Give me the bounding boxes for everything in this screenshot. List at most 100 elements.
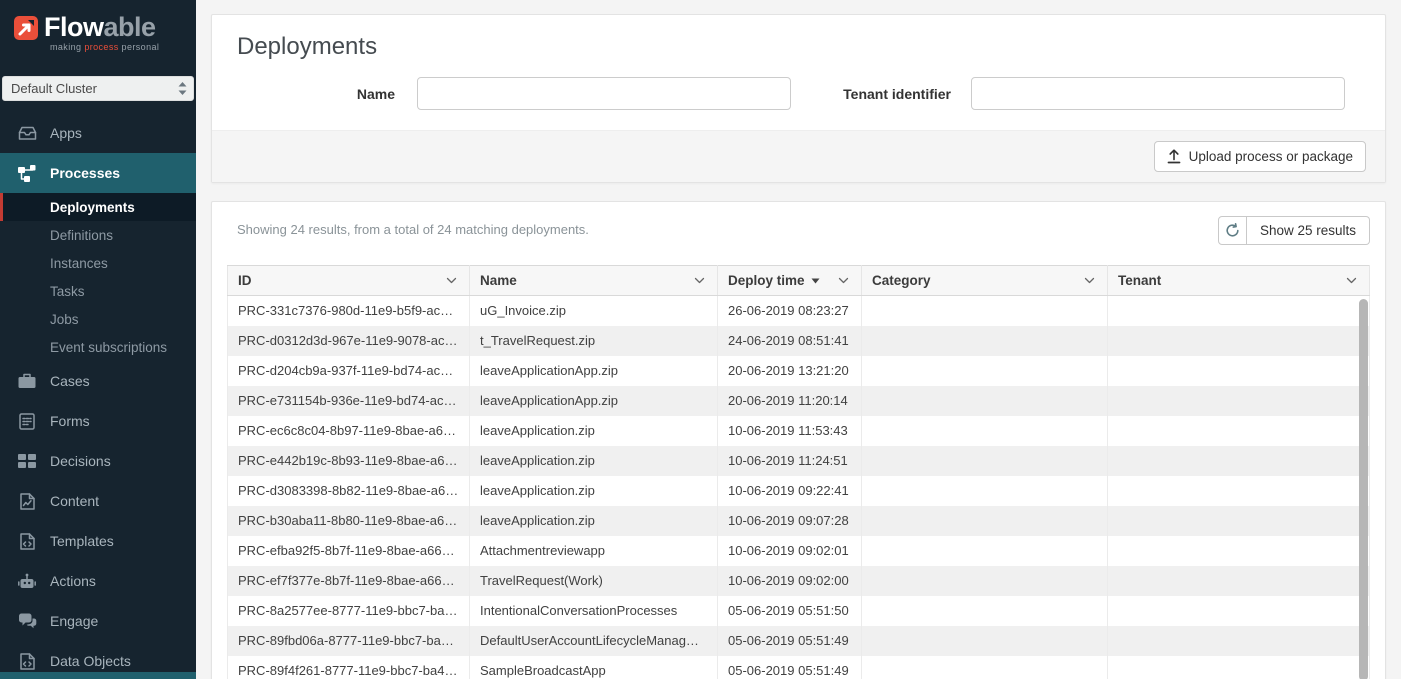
sidebar-item-decisions[interactable]: Decisions xyxy=(0,441,196,481)
cell-tenant xyxy=(1107,295,1370,326)
sidebar-item-cases[interactable]: Cases xyxy=(0,361,196,401)
cell-deploy-time: 05-06-2019 05:51:49 xyxy=(717,625,862,656)
cell-tenant xyxy=(1107,535,1370,566)
cell-category xyxy=(861,325,1108,356)
table-row[interactable]: PRC-d0312d3d-967e-11e9-9078-acde… t_Trav… xyxy=(227,325,1370,356)
sidebar-item-processes[interactable]: Processes xyxy=(0,153,196,193)
upload-button-label: Upload process or package xyxy=(1188,149,1353,164)
sidebar-item-content[interactable]: Content xyxy=(0,481,196,521)
chevron-down-icon[interactable] xyxy=(838,277,849,284)
cell-category xyxy=(861,535,1108,566)
subitem-label: Definitions xyxy=(50,227,114,243)
deployments-table: ID Name Deploy time Category Tenant PRC-… xyxy=(227,265,1370,679)
cell-id: PRC-ef7f377e-8b7f-11e9-8bae-a6690… xyxy=(227,565,470,596)
cell-deploy-time: 26-06-2019 08:23:27 xyxy=(717,295,862,326)
sidebar-item-apps[interactable]: Apps xyxy=(0,113,196,153)
cell-id: PRC-e731154b-936e-11e9-bd74-acde… xyxy=(227,385,470,416)
cell-deploy-time: 24-06-2019 08:51:41 xyxy=(717,325,862,356)
cell-id: PRC-ec6c8c04-8b97-11e9-8bae-a669… xyxy=(227,415,470,446)
cell-id: PRC-efba92f5-8b7f-11e9-8bae-a6690… xyxy=(227,535,470,566)
page-title: Deployments xyxy=(237,33,378,60)
sidebar-subitem-jobs[interactable]: Jobs xyxy=(0,305,196,333)
table-row[interactable]: PRC-89f4f261-8777-11e9-bbc7-ba4fd… Sampl… xyxy=(227,655,1370,679)
cell-deploy-time: 10-06-2019 09:02:00 xyxy=(717,565,862,596)
cell-category xyxy=(861,385,1108,416)
results-summary: Showing 24 results, from a total of 24 m… xyxy=(237,222,589,237)
cell-name: uG_Invoice.zip xyxy=(469,295,718,326)
subitem-label: Instances xyxy=(50,255,108,271)
cell-tenant xyxy=(1107,445,1370,476)
subitem-label: Tasks xyxy=(50,283,85,299)
cell-tenant xyxy=(1107,625,1370,656)
cell-id: PRC-b30aba11-8b80-11e9-8bae-a66… xyxy=(227,505,470,536)
chevron-down-icon[interactable] xyxy=(446,277,457,284)
cell-tenant xyxy=(1107,595,1370,626)
sidebar-bottom-strip xyxy=(0,672,196,679)
sidebar-item-forms[interactable]: Forms xyxy=(0,401,196,441)
cell-id: PRC-89f4f261-8777-11e9-bbc7-ba4fd… xyxy=(227,655,470,679)
sidebar-item-label: Data Objects xyxy=(50,653,131,669)
cell-tenant xyxy=(1107,475,1370,506)
table-row[interactable]: PRC-e442b19c-8b93-11e9-8bae-a669… leaveA… xyxy=(227,445,1370,476)
form-icon xyxy=(17,412,37,430)
cluster-select[interactable]: Default Cluster xyxy=(2,76,194,101)
sidebar-item-engage[interactable]: Engage xyxy=(0,601,196,641)
table-row[interactable]: PRC-d3083398-8b82-11e9-8bae-a66… leaveAp… xyxy=(227,475,1370,506)
subitem-label: Event subscriptions xyxy=(50,339,168,355)
name-filter-label: Name xyxy=(356,85,395,102)
sidebar-subitem-event-subscriptions[interactable]: Event subscriptions xyxy=(0,333,196,361)
cell-name: leaveApplicationApp.zip xyxy=(469,355,718,386)
cell-name: SampleBroadcastApp xyxy=(469,655,718,679)
sidebar-item-label: Actions xyxy=(50,573,96,589)
show-results-button[interactable]: Show 25 results xyxy=(1246,216,1370,245)
table-row[interactable]: PRC-8a2577ee-8777-11e9-bbc7-ba4fd… Inten… xyxy=(227,595,1370,626)
cell-name: leaveApplicationApp.zip xyxy=(469,385,718,416)
sidebar-item-templates[interactable]: Templates xyxy=(0,521,196,561)
upload-process-button[interactable]: Upload process or package xyxy=(1153,141,1366,172)
chevron-down-icon[interactable] xyxy=(1346,277,1357,284)
table-row[interactable]: PRC-e731154b-936e-11e9-bd74-acde… leaveA… xyxy=(227,385,1370,416)
table-row[interactable]: PRC-ef7f377e-8b7f-11e9-8bae-a6690… Trave… xyxy=(227,565,1370,596)
cell-category xyxy=(861,415,1108,446)
table-row[interactable]: PRC-d204cb9a-937f-11e9-bd74-acde… leaveA… xyxy=(227,355,1370,386)
cell-tenant xyxy=(1107,325,1370,356)
main-content: Deployments Name Tenant identifier Uploa… xyxy=(196,0,1401,679)
cell-deploy-time: 10-06-2019 09:22:41 xyxy=(717,475,862,506)
table-row[interactable]: PRC-b30aba11-8b80-11e9-8bae-a66… leaveAp… xyxy=(227,505,1370,536)
sidebar-subitem-definitions[interactable]: Definitions xyxy=(0,221,196,249)
table-row[interactable]: PRC-ec6c8c04-8b97-11e9-8bae-a669… leaveA… xyxy=(227,415,1370,446)
cell-deploy-time: 10-06-2019 11:53:43 xyxy=(717,415,862,446)
sidebar-subitem-instances[interactable]: Instances xyxy=(0,249,196,277)
sidebar-subitem-tasks[interactable]: Tasks xyxy=(0,277,196,305)
chevron-down-icon[interactable] xyxy=(694,277,705,284)
table-row[interactable]: PRC-331c7376-980d-11e9-b5f9-acde4… uG_In… xyxy=(227,295,1370,326)
cell-name: IntentionalConversationProcesses xyxy=(469,595,718,626)
sidebar-item-label: Content xyxy=(50,493,100,509)
name-filter-input[interactable] xyxy=(417,77,791,110)
table-row[interactable]: PRC-efba92f5-8b7f-11e9-8bae-a6690… Attac… xyxy=(227,535,1370,566)
cell-deploy-time: 10-06-2019 09:07:28 xyxy=(717,505,862,536)
document-code-icon xyxy=(17,652,37,670)
sidebar-item-actions[interactable]: Actions xyxy=(0,561,196,601)
column-header-id[interactable]: ID xyxy=(227,265,470,296)
cell-tenant xyxy=(1107,415,1370,446)
subitem-label: Deployments xyxy=(50,199,135,215)
sort-desc-icon xyxy=(811,278,820,283)
sidebar-item-label: Forms xyxy=(50,413,90,429)
column-label: Deploy time xyxy=(728,273,805,288)
column-header-name[interactable]: Name xyxy=(469,265,718,296)
cell-category xyxy=(861,655,1108,679)
chevron-down-icon[interactable] xyxy=(1084,277,1095,284)
robot-icon xyxy=(17,573,37,590)
refresh-button[interactable] xyxy=(1217,216,1247,245)
column-header-deploy-time[interactable]: Deploy time xyxy=(717,265,862,296)
table-scrollbar-thumb[interactable] xyxy=(1359,299,1368,679)
cell-id: PRC-d204cb9a-937f-11e9-bd74-acde… xyxy=(227,355,470,386)
filters-card: Deployments Name Tenant identifier Uploa… xyxy=(211,14,1386,183)
column-header-tenant[interactable]: Tenant xyxy=(1107,265,1370,296)
column-header-category[interactable]: Category xyxy=(861,265,1108,296)
cell-category xyxy=(861,475,1108,506)
sidebar-subitem-deployments[interactable]: Deployments xyxy=(0,193,196,221)
tenant-filter-input[interactable] xyxy=(971,77,1345,110)
table-row[interactable]: PRC-89fbd06a-8777-11e9-bbc7-ba4f… Defaul… xyxy=(227,625,1370,656)
